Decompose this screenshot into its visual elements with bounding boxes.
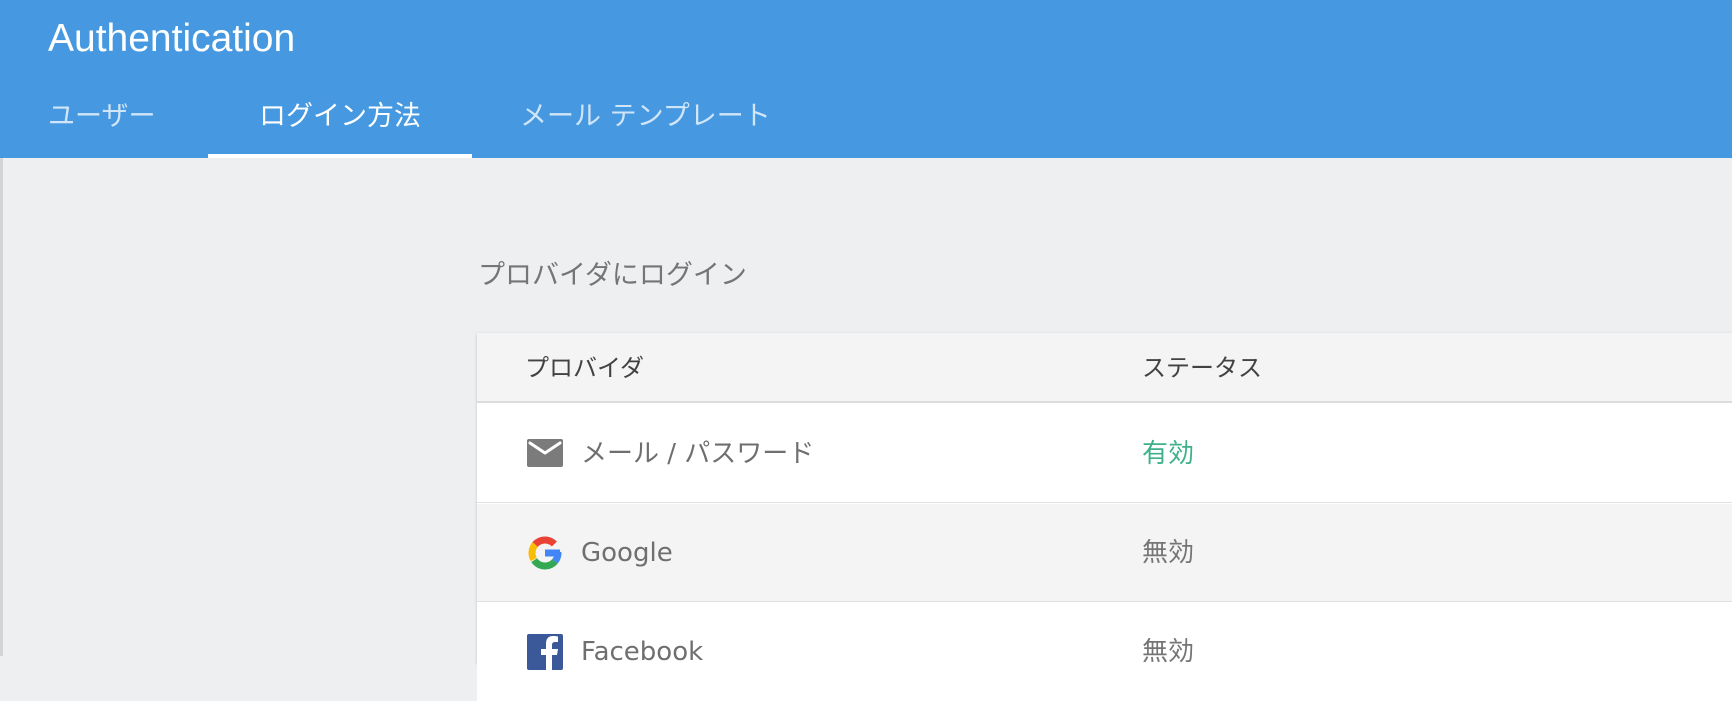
active-tab-indicator [208, 154, 472, 158]
status-badge: 無効 [1142, 637, 1195, 667]
provider-name: Facebook [581, 637, 704, 667]
status-badge: 無効 [1142, 538, 1195, 568]
provider-name: Google [581, 538, 673, 568]
app-header: Authentication ユーザー ログイン方法 メール テンプレート [0, 0, 1732, 158]
provider-row-email[interactable]: メール / パスワード 有効 [477, 405, 1732, 503]
provider-name: メール / パスワード [581, 439, 815, 469]
page-title: Authentication [48, 17, 296, 60]
column-header-provider: プロバイダ [525, 354, 645, 382]
tab-sign-in-method[interactable]: ログイン方法 [208, 88, 472, 158]
providers-table: プロバイダ ステータス メール / パスワード 有効 Google 無効 Fac… [477, 333, 1732, 701]
column-header-status: ステータス [1142, 354, 1262, 382]
facebook-icon [527, 634, 563, 670]
provider-row-facebook[interactable]: Facebook 無効 [477, 603, 1732, 701]
google-icon [528, 536, 562, 570]
status-badge: 有効 [1142, 439, 1195, 469]
mail-icon [527, 439, 563, 467]
table-header: プロバイダ ステータス [477, 333, 1732, 403]
tab-email-templates[interactable]: メール テンプレート [520, 88, 771, 158]
tab-bar: ユーザー ログイン方法 メール テンプレート [0, 88, 1732, 158]
tab-users[interactable]: ユーザー [48, 88, 155, 158]
provider-row-google[interactable]: Google 無効 [477, 504, 1732, 602]
section-title: プロバイダにログイン [478, 260, 747, 291]
